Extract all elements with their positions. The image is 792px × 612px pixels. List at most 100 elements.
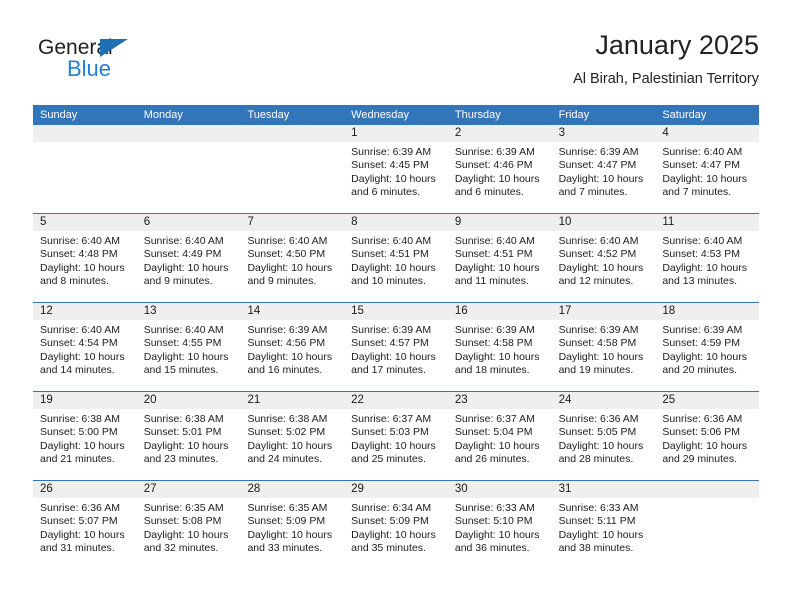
daylight-duration-line2: and 23 minutes. — [143, 452, 219, 465]
daylight-duration-line1: Daylight: 10 hours — [143, 528, 229, 541]
calendar-week-row: 1 Sunrise: 6:39 AM Sunset: 4:45 PM Daylight… — [33, 125, 760, 214]
calendar-day-cell[interactable]: 17 Sunrise: 6:39 AM Sunset: 4:58 PM Dayligh… — [551, 303, 656, 391]
calendar-day-cell[interactable]: 2 Sunrise: 6:39 AM Sunset: 4:46 PM Daylight… — [447, 125, 552, 213]
daylight-duration-line1: Daylight: 10 hours — [40, 261, 125, 274]
day-details: Sunrise: 6:38 AM Sunset: 5:02 PM Daylight:… — [240, 409, 344, 466]
calendar-day-cell[interactable]: 10 Sunrise: 6:40 AM Sunset: 4:52 PM Dayligh… — [551, 214, 656, 302]
day-details: Sunrise: 6:40 AM Sunset: 4:50 PM Daylight:… — [240, 231, 344, 288]
calendar-day-cell[interactable]: 13 Sunrise: 6:40 AM Sunset: 4:55 PM Dayligh… — [136, 303, 241, 391]
calendar-day-cell[interactable]: 20 Sunrise: 6:38 AM Sunset: 5:01 PM Dayligh… — [136, 392, 241, 480]
calendar-day-cell[interactable]: 28 Sunrise: 6:35 AM Sunset: 5:09 PM Dayligh… — [240, 481, 345, 570]
calendar-day-cell[interactable]: 21 Sunrise: 6:38 AM Sunset: 5:02 PM Dayligh… — [240, 392, 345, 480]
day-number: 24 — [551, 392, 656, 409]
daylight-duration-line2: and 13 minutes. — [662, 274, 738, 287]
day-details: Sunrise: 6:37 AM Sunset: 5:03 PM Daylight:… — [344, 409, 448, 466]
day-details: Sunrise: 6:40 AM Sunset: 4:47 PM Daylight:… — [655, 142, 759, 199]
calendar-day-cell[interactable]: 26 Sunrise: 6:36 AM Sunset: 5:07 PM Dayligh… — [33, 481, 137, 570]
daylight-duration-line2: and 35 minutes. — [351, 541, 426, 554]
day-details: Sunrise: 6:37 AM Sunset: 5:04 PM Daylight:… — [448, 409, 552, 466]
sunset-time: Sunset: 4:54 PM — [40, 337, 118, 350]
day-number: 18 — [655, 303, 760, 320]
sunset-time: Sunset: 5:11 PM — [558, 515, 636, 528]
sunset-time: Sunset: 5:08 PM — [143, 515, 222, 528]
sunset-time: Sunset: 5:01 PM — [143, 426, 222, 439]
weekday-header-tuesday: Tuesday — [247, 109, 290, 121]
calendar-day-cell[interactable]: 27 Sunrise: 6:35 AM Sunset: 5:08 PM Dayligh… — [136, 481, 241, 570]
calendar-day-cell[interactable]: 9 Sunrise: 6:40 AM Sunset: 4:51 PM Daylight… — [447, 214, 552, 302]
sunrise-time: Sunrise: 6:39 AM — [558, 146, 639, 158]
calendar-day-cell[interactable]: 14 Sunrise: 6:39 AM Sunset: 4:56 PM Dayligh… — [240, 303, 345, 391]
sunset-time: Sunset: 4:58 PM — [558, 337, 637, 350]
calendar-day-cell[interactable]: 1 Sunrise: 6:39 AM Sunset: 4:45 PM Daylight… — [344, 125, 448, 213]
daylight-duration-line2: and 8 minutes. — [40, 274, 109, 287]
day-details: Sunrise: 6:33 AM Sunset: 5:10 PM Daylight:… — [448, 498, 552, 555]
calendar-day-cell[interactable]: 31 Sunrise: 6:33 AM Sunset: 5:11 PM Dayligh… — [551, 481, 656, 570]
calendar-day-cell[interactable]: 12 Sunrise: 6:40 AM Sunset: 4:54 PM Dayligh… — [33, 303, 137, 391]
day-number: 6 — [136, 214, 241, 231]
daylight-duration-line2: and 9 minutes. — [247, 274, 317, 287]
day-number: 2 — [447, 125, 552, 142]
calendar-day-cell[interactable]: 8 Sunrise: 6:40 AM Sunset: 4:51 PM Daylight… — [344, 214, 448, 302]
sunset-time: Sunset: 4:52 PM — [558, 248, 637, 261]
calendar-day-cell[interactable]: 23 Sunrise: 6:37 AM Sunset: 5:04 PM Dayligh… — [447, 392, 552, 480]
calendar-day-cell[interactable]: 7 Sunrise: 6:40 AM Sunset: 4:50 PM Daylight… — [240, 214, 345, 302]
day-details: Sunrise: 6:39 AM Sunset: 4:47 PM Daylight:… — [552, 142, 656, 199]
calendar-day-cell[interactable]: 16 Sunrise: 6:39 AM Sunset: 4:58 PM Dayligh… — [447, 303, 552, 391]
sunset-time: Sunset: 4:48 PM — [40, 248, 118, 261]
daylight-duration-line1: Daylight: 10 hours — [247, 261, 333, 274]
day-details: Sunrise: 6:36 AM Sunset: 5:07 PM Daylight:… — [33, 498, 137, 555]
calendar-grid: Sunday Monday Tuesday Wednesday Thursday… — [33, 105, 760, 570]
sunrise-time: Sunrise: 6:40 AM — [558, 235, 639, 247]
calendar-day-cell[interactable]: 29 Sunrise: 6:34 AM Sunset: 5:09 PM Dayligh… — [344, 481, 448, 570]
daylight-duration-line1: Daylight: 10 hours — [40, 439, 125, 452]
calendar-day-cell[interactable]: 24 Sunrise: 6:36 AM Sunset: 5:05 PM Dayligh… — [551, 392, 656, 480]
day-number: 8 — [344, 214, 448, 231]
calendar-day-cell[interactable]: 4 Sunrise: 6:40 AM Sunset: 4:47 PM Daylight… — [655, 125, 760, 213]
day-number: 12 — [33, 303, 137, 320]
daylight-duration-line1: Daylight: 10 hours — [662, 172, 747, 185]
day-details: Sunrise: 6:40 AM Sunset: 4:52 PM Daylight:… — [552, 231, 656, 288]
sunrise-time: Sunrise: 6:39 AM — [454, 146, 535, 158]
calendar-day-cell-empty — [240, 125, 345, 213]
day-details: Sunrise: 6:39 AM Sunset: 4:56 PM Daylight:… — [240, 320, 344, 377]
sunset-time: Sunset: 5:03 PM — [351, 426, 429, 439]
daylight-duration-line1: Daylight: 10 hours — [558, 439, 644, 452]
calendar-day-cell[interactable]: 30 Sunrise: 6:33 AM Sunset: 5:10 PM Dayligh… — [447, 481, 552, 570]
day-details: Sunrise: 6:40 AM Sunset: 4:51 PM Daylight:… — [344, 231, 448, 288]
daylight-duration-line1: Daylight: 10 hours — [351, 172, 436, 185]
calendar-day-cell[interactable]: 15 Sunrise: 6:39 AM Sunset: 4:57 PM Dayligh… — [344, 303, 448, 391]
sunset-time: Sunset: 5:06 PM — [662, 426, 740, 439]
daylight-duration-line2: and 7 minutes. — [662, 185, 732, 198]
day-number: 19 — [33, 392, 137, 409]
sunrise-time: Sunrise: 6:40 AM — [662, 146, 743, 158]
sunrise-time: Sunrise: 6:40 AM — [143, 324, 224, 336]
daylight-duration-line2: and 14 minutes. — [40, 363, 115, 376]
calendar-day-cell[interactable]: 18 Sunrise: 6:39 AM Sunset: 4:59 PM Dayligh… — [655, 303, 760, 391]
sunset-time: Sunset: 5:04 PM — [454, 426, 533, 439]
calendar-day-cell[interactable]: 6 Sunrise: 6:40 AM Sunset: 4:49 PM Daylight… — [136, 214, 241, 302]
daylight-duration-line2: and 11 minutes. — [454, 274, 529, 287]
day-details: Sunrise: 6:38 AM Sunset: 5:00 PM Daylight:… — [33, 409, 137, 466]
day-number: 15 — [344, 303, 448, 320]
sunset-time: Sunset: 4:56 PM — [247, 337, 326, 350]
logo-text-blue: Blue — [67, 56, 112, 81]
sunrise-time: Sunrise: 6:40 AM — [351, 235, 432, 247]
daylight-duration-line1: Daylight: 10 hours — [558, 350, 644, 363]
day-details: Sunrise: 6:39 AM Sunset: 4:46 PM Daylight:… — [448, 142, 552, 199]
day-number: 3 — [551, 125, 656, 142]
calendar-day-cell[interactable]: 25 Sunrise: 6:36 AM Sunset: 5:06 PM Dayligh… — [655, 392, 760, 480]
daylight-duration-line2: and 9 minutes. — [143, 274, 213, 287]
day-number: 25 — [655, 392, 760, 409]
general-blue-logo[interactable]: General Blue — [38, 36, 198, 94]
calendar-day-cell[interactable]: 5 Sunrise: 6:40 AM Sunset: 4:48 PM Daylight… — [33, 214, 137, 302]
calendar-day-cell[interactable]: 11 Sunrise: 6:40 AM Sunset: 4:53 PM Dayligh… — [655, 214, 760, 302]
day-number: 29 — [344, 481, 448, 498]
day-details: Sunrise: 6:39 AM Sunset: 4:58 PM Daylight:… — [448, 320, 552, 377]
daylight-duration-line1: Daylight: 10 hours — [143, 350, 229, 363]
day-number: 10 — [551, 214, 656, 231]
calendar-day-cell[interactable]: 22 Sunrise: 6:37 AM Sunset: 5:03 PM Dayligh… — [344, 392, 448, 480]
calendar-day-cell[interactable]: 19 Sunrise: 6:38 AM Sunset: 5:00 PM Dayligh… — [33, 392, 137, 480]
daylight-duration-line1: Daylight: 10 hours — [558, 172, 644, 185]
calendar-day-cell-empty — [136, 125, 241, 213]
calendar-day-cell[interactable]: 3 Sunrise: 6:39 AM Sunset: 4:47 PM Daylight… — [551, 125, 656, 213]
